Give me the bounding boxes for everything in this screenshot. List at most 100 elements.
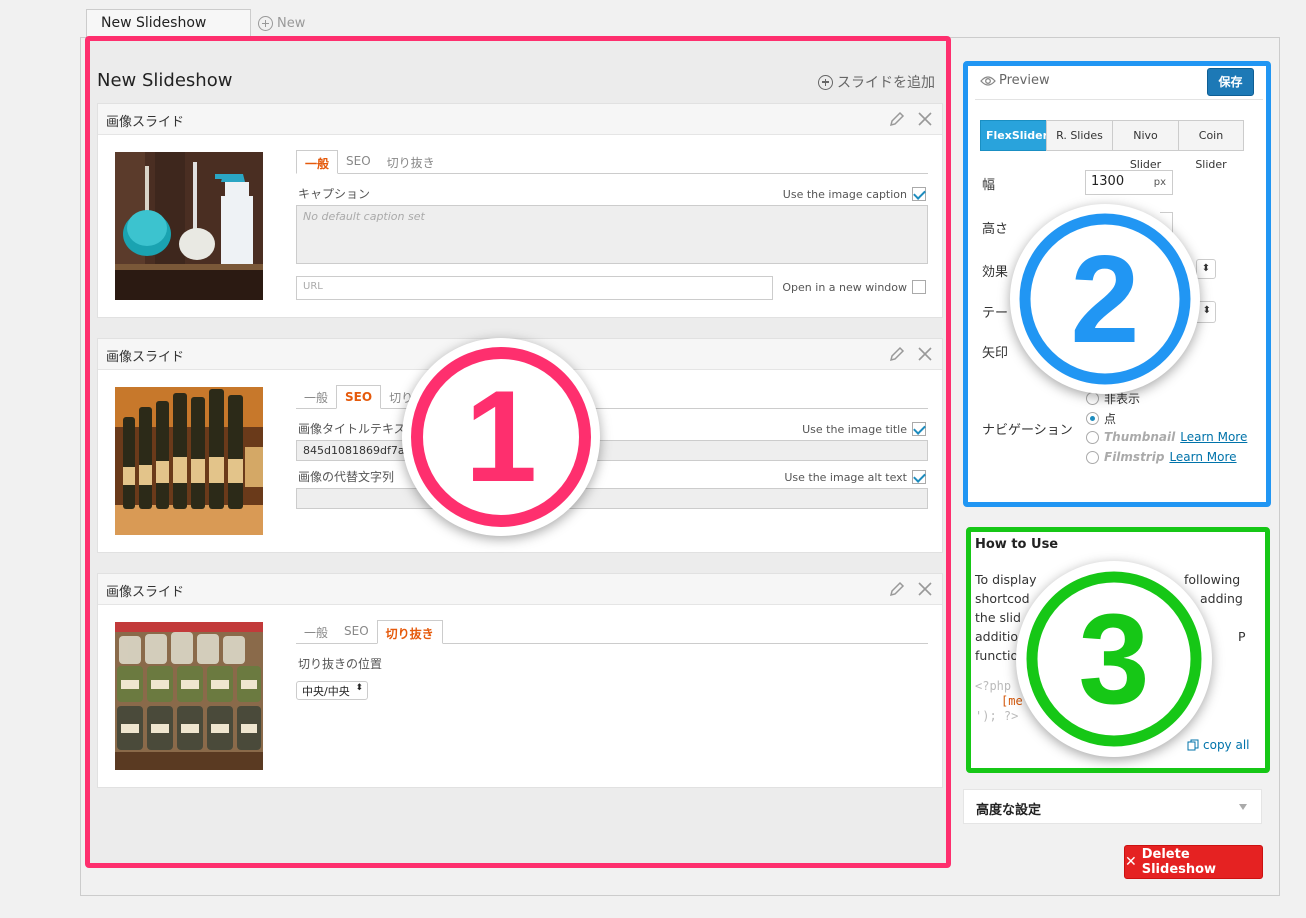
slide-tabs: 一般 SEO 切り [296, 385, 928, 409]
use-alt-label: Use the image alt text [784, 470, 907, 484]
eye-icon [980, 76, 996, 86]
use-title-option[interactable]: Use the image title [802, 422, 926, 436]
use-title-checkbox[interactable] [912, 422, 926, 436]
height-label: 高さ [982, 222, 1009, 237]
slide-thumbnail [115, 622, 263, 770]
slide-tabs: 一般 SEO 切り抜き [296, 620, 928, 644]
howto-text: additio [975, 629, 1019, 644]
tab-seo[interactable]: SEO [336, 385, 382, 409]
tab-crop[interactable]: 切り抜き [376, 620, 443, 644]
nav-option-thumbnail[interactable]: Thumbnail Learn More [1086, 430, 1247, 444]
delete-slideshow-button[interactable]: ✕ Delete Slideshow [1124, 845, 1263, 879]
pencil-icon[interactable] [888, 345, 906, 363]
close-icon[interactable] [916, 345, 934, 363]
slide-tabs: 一般 SEO 切り抜き [296, 150, 928, 174]
updown-arrows-icon: ⬍ [355, 683, 363, 693]
theme-label: テー [982, 306, 1009, 321]
tab-general[interactable]: 一般 [296, 150, 339, 174]
save-button[interactable]: 保存 [1207, 68, 1254, 96]
tab-general[interactable]: 一般 [296, 385, 336, 408]
tab-coin-slider[interactable]: Coin Slider [1178, 120, 1244, 171]
use-alt-option[interactable]: Use the image alt text [784, 470, 926, 484]
image-title-label: 画像タイトルテキス [298, 422, 406, 436]
width-unit: px [1153, 177, 1166, 188]
tab-responsive-slides[interactable]: R. Slides [1046, 120, 1113, 151]
howto-title: How to Use [975, 537, 1059, 552]
step-one-badge: 1 [402, 338, 600, 536]
svg-text:2: 2 [1071, 231, 1140, 369]
close-icon: ✕ [1125, 854, 1137, 870]
width-input[interactable]: 1300 px [1085, 170, 1173, 195]
tab-general[interactable]: 一般 [296, 620, 336, 643]
caption-label: キャプション [298, 187, 371, 201]
nav-option-filmstrip[interactable]: Filmstrip Learn More [1086, 450, 1237, 464]
howto-text: the slid [975, 610, 1021, 625]
slideshow-tab[interactable]: New Slideshow [86, 9, 251, 37]
nav-filmstrip-label: Filmstrip [1104, 450, 1165, 464]
close-icon[interactable] [916, 110, 934, 128]
nav-filmstrip-radio[interactable] [1086, 450, 1099, 464]
navigation-label: ナビゲーション [982, 423, 1073, 438]
nav-dots-radio[interactable] [1086, 412, 1099, 425]
add-slide-button[interactable]: スライドを追加 [818, 72, 935, 92]
nav-dots-label: 点 [1104, 412, 1117, 426]
tab-crop[interactable]: 切り抜き [379, 150, 443, 173]
slide-header: 画像スライド [98, 104, 942, 135]
image-title-input[interactable]: 845d1081869df7a70 a791e8 [296, 440, 928, 461]
use-caption-label: Use the image caption [782, 187, 907, 201]
filmstrip-learn-more-link[interactable]: Learn More [1169, 450, 1236, 464]
tab-seo[interactable]: SEO [336, 620, 377, 643]
slide-type-label: 画像スライド [106, 115, 185, 130]
step-two-badge: 2 [1010, 204, 1200, 394]
url-input[interactable]: URL [296, 276, 773, 300]
preview-label: Preview [999, 73, 1050, 88]
slider-library-tabs: FlexSlider R. Slides Nivo Slider Coin Sl… [980, 120, 1244, 171]
crop-position-select[interactable]: 中央/中央 ⬍ [296, 681, 368, 700]
alt-text-input[interactable] [296, 488, 928, 509]
new-window-option[interactable]: Open in a new window [782, 280, 926, 294]
width-label: 幅 [982, 178, 996, 193]
howto-text: P [1238, 629, 1246, 644]
nav-thumbnail-radio[interactable] [1086, 430, 1099, 444]
effect-label: 効果 [982, 265, 1009, 280]
new-slideshow-label: New [277, 16, 306, 31]
add-slide-label: スライドを追加 [837, 75, 935, 91]
use-title-label: Use the image title [802, 422, 907, 436]
slide-card: 画像スライド 一般 SEO 切り抜き 切り抜きの位置 中央/中央 ⬍ [97, 573, 943, 788]
howto-text: functio [975, 648, 1019, 663]
step-three-badge: 3 [1016, 561, 1212, 757]
page-title: New Slideshow [97, 70, 233, 91]
close-icon[interactable] [916, 580, 934, 598]
pencil-icon[interactable] [888, 110, 906, 128]
pencil-icon[interactable] [888, 580, 906, 598]
advanced-settings-toggle[interactable]: 高度な設定 [963, 789, 1262, 824]
plus-circle-icon [818, 74, 833, 90]
new-window-checkbox[interactable] [912, 280, 926, 294]
tab-seo[interactable]: SEO [338, 150, 379, 173]
updown-arrows-icon: ⬍ [1201, 263, 1211, 274]
nav-thumbnail-label: Thumbnail [1104, 430, 1176, 444]
slide-card: 画像スライド 一般 SEO 切り抜き キャプション Use the image … [97, 103, 943, 318]
slide-type-label: 画像スライド [106, 585, 185, 600]
use-alt-checkbox[interactable] [912, 470, 926, 484]
caption-placeholder: No default caption set [303, 210, 425, 223]
slide-type-label: 画像スライド [106, 350, 185, 365]
use-caption-checkbox[interactable] [912, 187, 926, 201]
code-close: '); ?> [975, 709, 1019, 723]
crop-position-label: 切り抜きの位置 [298, 657, 383, 671]
thumbnail-learn-more-link[interactable]: Learn More [1180, 430, 1247, 444]
use-caption-option[interactable]: Use the image caption [783, 187, 926, 201]
svg-text:3: 3 [1078, 588, 1149, 731]
plus-circle-icon [258, 16, 273, 31]
alt-text-label: 画像の代替文字列 [298, 470, 395, 484]
tab-nivo-slider[interactable]: Nivo Slider [1112, 120, 1179, 171]
nav-option-dots[interactable]: 点 [1086, 410, 1116, 427]
tab-flexslider[interactable]: FlexSlider [980, 120, 1048, 151]
new-slideshow-button[interactable]: New [258, 16, 305, 31]
delete-slideshow-label: Delete Slideshow [1141, 847, 1217, 877]
caption-textarea[interactable]: No default caption set [296, 205, 928, 264]
slide-header: 画像スライド [98, 574, 942, 605]
crop-position-value: 中央/中央 [302, 685, 350, 698]
advanced-settings-label: 高度な設定 [976, 803, 1042, 818]
slide-thumbnail [115, 387, 263, 535]
